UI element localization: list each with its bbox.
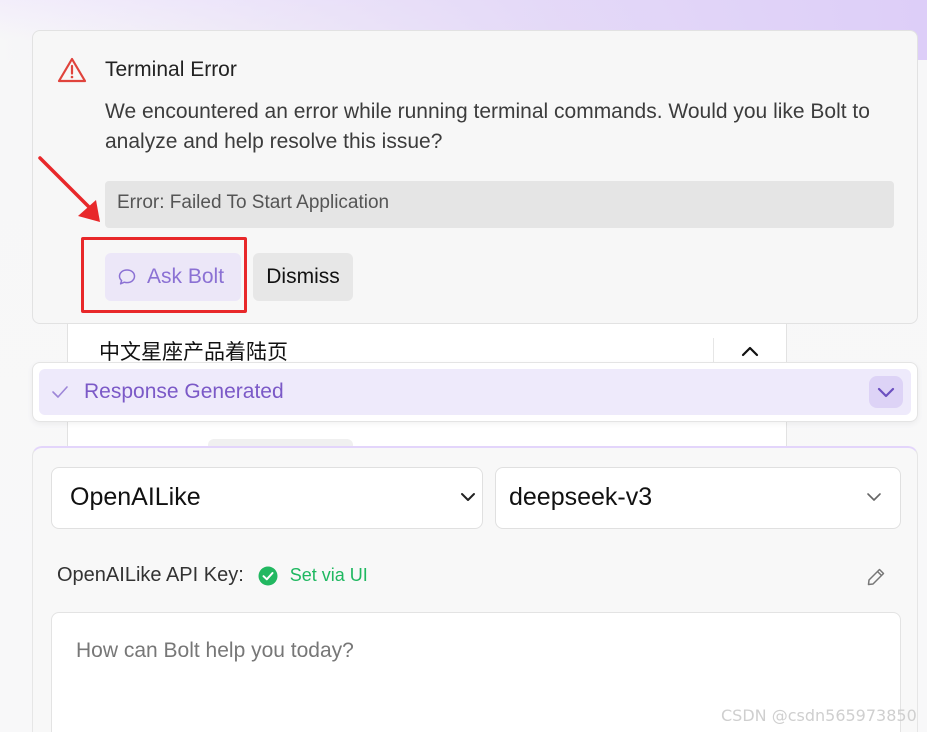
response-generated-bar[interactable]: Response Generated (39, 369, 911, 415)
chat-input-panel: OpenAILike deepseek-v3 OpenAILike API Ke… (32, 446, 918, 732)
response-toggle-button[interactable] (869, 376, 903, 408)
response-status-container: Response Generated (32, 362, 918, 422)
error-message-box: Error: Failed To Start Application (105, 181, 894, 228)
error-title: Terminal Error (105, 58, 237, 81)
provider-select-value: OpenAILike (70, 483, 201, 511)
annotation-highlight-box (81, 237, 247, 313)
model-select-value: deepseek-v3 (509, 483, 653, 511)
api-key-label: OpenAILike API Key: (57, 564, 244, 586)
chevron-down-icon (867, 493, 881, 501)
model-select[interactable]: deepseek-v3 (495, 467, 901, 529)
chevron-down-icon (461, 493, 475, 501)
check-circle-icon (258, 566, 278, 585)
chevron-down-icon (877, 387, 895, 398)
annotation-arrow-icon (38, 156, 100, 222)
api-key-status: Set via UI (289, 565, 368, 585)
watermark: CSDN @csdn565973850 (721, 706, 917, 725)
dismiss-button[interactable]: Dismiss (253, 253, 353, 301)
check-icon (52, 386, 68, 398)
error-header: Terminal Error (57, 57, 237, 83)
api-key-row: OpenAILike API Key: Set via UI (57, 564, 368, 587)
response-generated-label: Response Generated (84, 380, 284, 403)
error-description: We encountered an error while running te… (105, 100, 870, 153)
chevron-up-icon[interactable] (740, 344, 760, 358)
warning-triangle-icon (57, 57, 87, 83)
pencil-icon[interactable] (865, 566, 887, 588)
provider-select[interactable]: OpenAILike (51, 467, 483, 529)
